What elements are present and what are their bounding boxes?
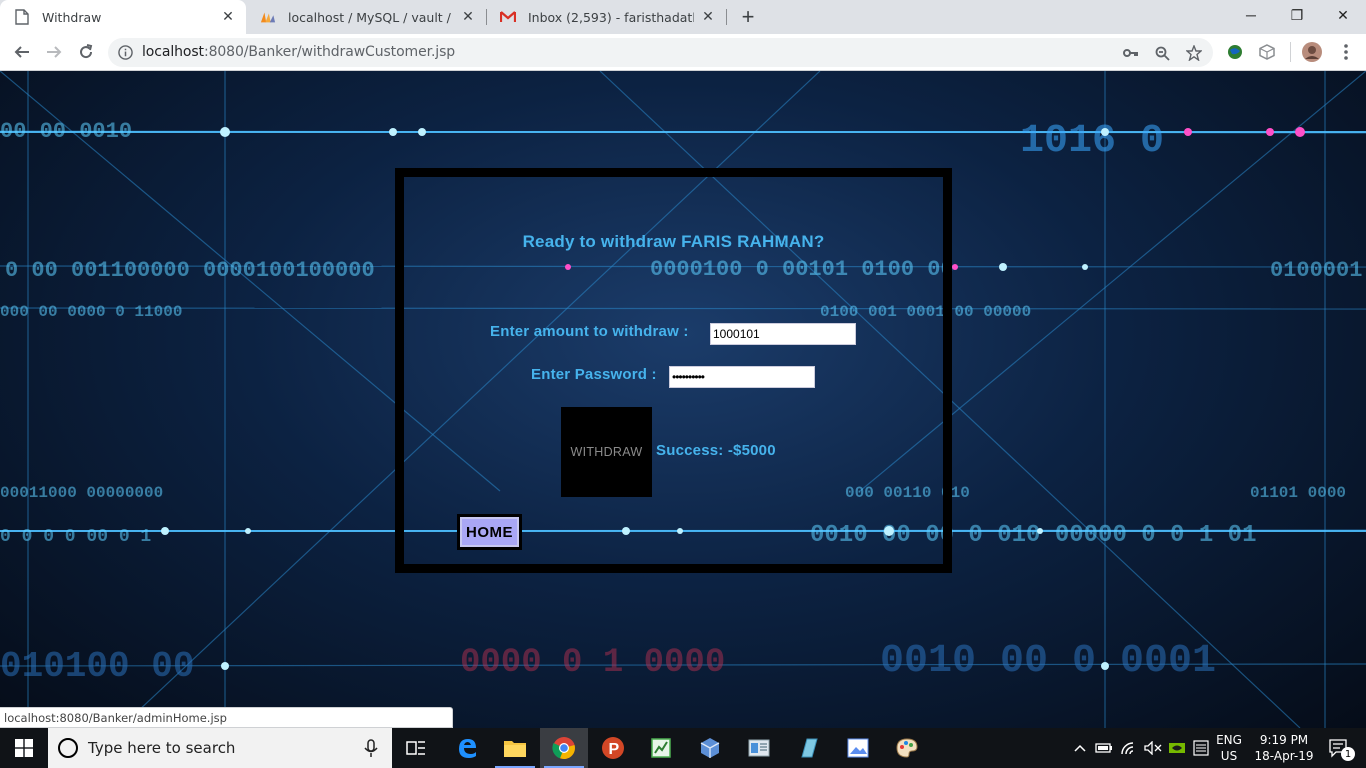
control-panel-icon[interactable] xyxy=(735,728,783,768)
svg-text:0 00 001100000 0000100100000: 0 00 001100000 0000100100000 xyxy=(5,258,375,283)
svg-text:0 0 0 0 00 0 1: 0 0 0 0 00 0 1 xyxy=(0,527,151,547)
page-viewport: 00 00 0010 1016 0 0 00 001100000 0000100… xyxy=(0,71,1366,728)
profile-avatar[interactable] xyxy=(1302,42,1322,62)
svg-text:01101 0000: 01101 0000 xyxy=(1250,484,1346,502)
notepad-chart-icon[interactable] xyxy=(637,728,685,768)
search-placeholder: Type here to search xyxy=(88,739,236,757)
edge-browser-icon[interactable] xyxy=(443,728,491,768)
password-label: Enter Password : xyxy=(531,366,657,383)
tab-divider xyxy=(726,9,727,25)
restore-button[interactable]: ❐ xyxy=(1274,0,1320,30)
tab-withdraw[interactable]: Withdraw ✕ xyxy=(0,0,246,34)
keyboard-icon[interactable] xyxy=(1190,728,1212,768)
home-button[interactable]: HOME xyxy=(457,514,522,550)
clock[interactable]: 9:19 PM 18-Apr-19 xyxy=(1248,732,1320,764)
cortana-icon xyxy=(58,738,78,758)
tab-phpmyadmin[interactable]: localhost / MySQL / vault / custo ✕ xyxy=(246,0,486,34)
menu-dots-icon[interactable] xyxy=(1336,42,1356,62)
show-hidden-icons-chevron[interactable] xyxy=(1070,728,1090,768)
svg-text:0010 00 0 0001: 0010 00 0 0001 xyxy=(880,639,1216,684)
extension-globe-icon[interactable] xyxy=(1225,42,1245,62)
snipping-tool-icon[interactable] xyxy=(785,728,833,768)
minimize-button[interactable]: ─ xyxy=(1228,0,1274,30)
powerpoint-icon[interactable]: P xyxy=(589,728,637,768)
windows-logo-icon xyxy=(15,739,33,757)
withdraw-panel: Ready to withdraw FARIS RAHMAN? Enter am… xyxy=(395,168,952,573)
password-input[interactable]: •••••••••• xyxy=(669,366,815,388)
svg-text:0100001: 0100001 xyxy=(1270,258,1362,283)
task-view-icon[interactable] xyxy=(392,728,440,768)
taskbar-search[interactable]: Type here to search xyxy=(48,728,392,768)
paint-icon[interactable] xyxy=(883,728,931,768)
back-arrow-icon xyxy=(14,46,29,58)
tab-title: Withdraw xyxy=(42,9,102,25)
forward-button[interactable] xyxy=(40,38,68,66)
file-explorer-icon[interactable] xyxy=(491,728,539,768)
reload-icon xyxy=(80,44,93,59)
microphone-icon[interactable] xyxy=(361,738,381,758)
amount-label: Enter amount to withdraw : xyxy=(490,323,689,340)
close-window-button[interactable]: ✕ xyxy=(1320,0,1366,30)
windows-taskbar: Type here to search P ENG US 9:19 PM 18-… xyxy=(0,728,1366,768)
close-tab-icon[interactable]: ✕ xyxy=(220,9,236,25)
amount-input[interactable]: 1000101 xyxy=(710,323,856,345)
new-tab-button[interactable]: + xyxy=(736,4,760,29)
svg-text:00 00 0010: 00 00 0010 xyxy=(0,119,132,144)
key-icon[interactable] xyxy=(1122,44,1140,62)
info-icon[interactable] xyxy=(118,45,133,60)
forward-arrow-icon xyxy=(47,46,62,58)
bookmark-star-icon[interactable] xyxy=(1185,44,1203,62)
volume-muted-icon[interactable] xyxy=(1142,728,1164,768)
svg-text:P: P xyxy=(609,741,620,758)
result-message: Success: -$5000 xyxy=(656,442,776,459)
tab-strip: Withdraw ✕ localhost / MySQL / vault / c… xyxy=(0,0,1366,34)
wifi-icon[interactable] xyxy=(1118,728,1140,768)
url-text[interactable]: localhost:8080/Banker/withdrawCustomer.j… xyxy=(142,44,455,60)
chrome-icon[interactable] xyxy=(540,728,588,768)
back-button[interactable] xyxy=(8,38,36,66)
close-tab-icon[interactable]: ✕ xyxy=(460,9,476,25)
notification-center-icon[interactable]: 1 xyxy=(1322,728,1356,768)
address-bar[interactable]: localhost:8080/Banker/withdrawCustomer.j… xyxy=(108,38,1213,67)
svg-text:00011000 00000000: 00011000 00000000 xyxy=(0,484,163,502)
phpmyadmin-icon xyxy=(260,9,276,25)
close-tab-icon[interactable]: ✕ xyxy=(700,9,716,25)
page-title: Ready to withdraw FARIS RAHMAN? xyxy=(522,232,825,251)
tab-title: Inbox (2,593) - faristhadathil@gm xyxy=(528,9,694,25)
zoom-icon[interactable] xyxy=(1153,44,1171,62)
photos-viewer-icon[interactable] xyxy=(834,728,882,768)
language-indicator[interactable]: ENG US xyxy=(1212,732,1246,764)
svg-text:000 00 0000 0 11000: 000 00 0000 0 11000 xyxy=(0,303,182,321)
tab-title: localhost / MySQL / vault / custo xyxy=(288,9,454,25)
browser-toolbar: localhost:8080/Banker/withdrawCustomer.j… xyxy=(0,34,1366,71)
reload-button[interactable] xyxy=(72,38,100,66)
link-status-bubble: localhost:8080/Banker/adminHome.jsp xyxy=(0,707,453,728)
virtualbox-icon[interactable] xyxy=(686,728,734,768)
tab-gmail[interactable]: Inbox (2,593) - faristhadathil@gm ✕ xyxy=(486,0,726,34)
toolbar-divider xyxy=(1290,42,1291,62)
battery-icon[interactable] xyxy=(1094,728,1114,768)
gmail-icon xyxy=(500,9,516,25)
withdraw-button[interactable]: WITHDRAW xyxy=(561,407,652,497)
extension-cube-icon[interactable] xyxy=(1257,42,1277,62)
start-button[interactable] xyxy=(0,728,48,768)
svg-text:1016 0: 1016 0 xyxy=(1020,119,1164,164)
page-icon xyxy=(14,9,30,25)
notification-badge: 1 xyxy=(1341,747,1355,761)
svg-text:0000 0 1 0000: 0000 0 1 0000 xyxy=(460,644,725,682)
nvidia-icon[interactable] xyxy=(1166,728,1188,768)
svg-text:010100 00: 010100 00 xyxy=(0,646,194,687)
